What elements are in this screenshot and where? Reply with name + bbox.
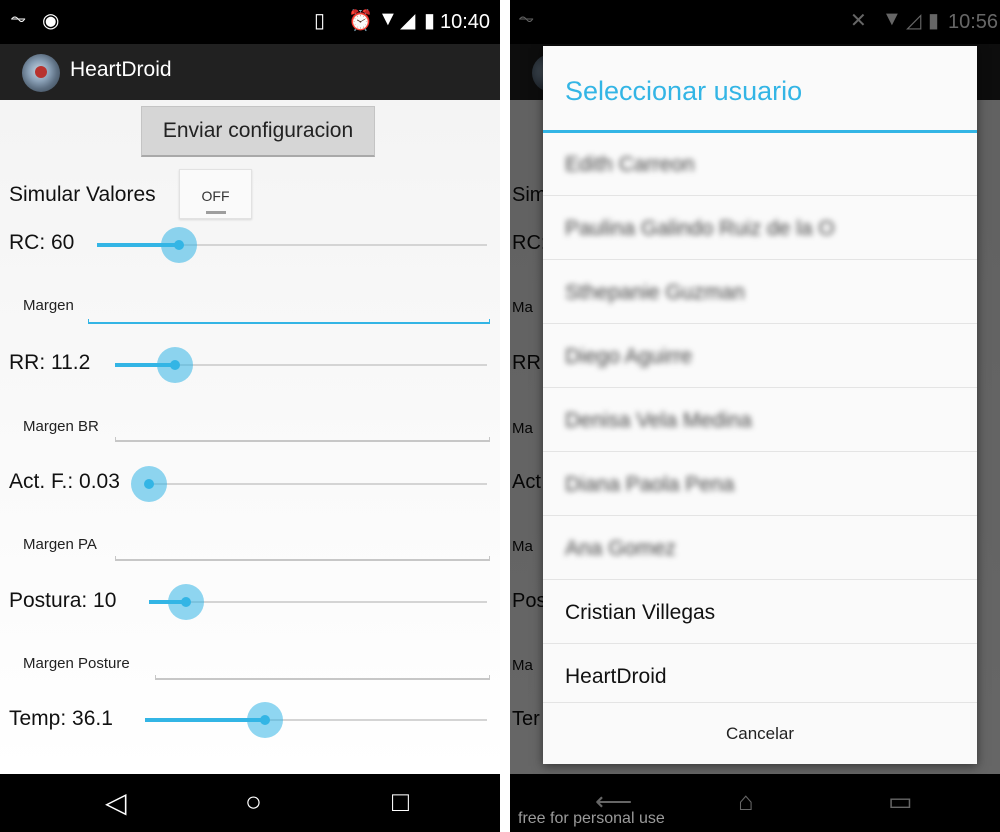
bg-label: RC: (512, 232, 547, 254)
field-label-margen-posture: Margen Posture (23, 655, 130, 672)
user-name: Diana Paola Pena (565, 473, 735, 496)
simulate-toggle[interactable]: OFF (179, 169, 252, 219)
user-item[interactable]: HeartDroid (543, 645, 977, 708)
battery-charging-icon: ▮ (928, 10, 940, 32)
toggle-state: OFF (201, 188, 230, 204)
user-name: Diego Aguirre (565, 345, 693, 368)
posture-slider[interactable] (149, 582, 487, 622)
user-name: Edith Carreon (565, 153, 695, 176)
simulate-label: Simular Valores (9, 183, 156, 206)
user-item[interactable]: Diego Aguirre (543, 325, 977, 388)
heartbeat-icon: ⏦ (518, 8, 535, 30)
battery-icon: ▮ (424, 10, 436, 32)
user-item[interactable]: Denisa Vela Medina (543, 389, 977, 452)
user-item[interactable]: Edith Carreon (543, 133, 977, 196)
bg-label: RR (512, 352, 541, 374)
signal-icon: ◿ (906, 10, 922, 32)
status-time: 10:40 (440, 11, 491, 33)
back-icon[interactable]: ◁ (105, 786, 127, 819)
select-user-dialog: Seleccionar usuario Edith Carreon Paulin… (543, 46, 977, 764)
right-screen: Sim RC: Ma RR Ma Act Ma Pos Ma Ter ⏦ ✕ ▼… (510, 0, 1000, 832)
bg-label: Ma (512, 538, 533, 555)
recents-icon[interactable]: ▭ (888, 786, 913, 817)
rr-slider[interactable] (115, 345, 487, 385)
field-label-margen-pa: Margen PA (23, 536, 97, 553)
user-item[interactable]: Ana Gomez (543, 517, 977, 580)
activity-slider[interactable] (131, 464, 487, 504)
status-bar: ⏦ ◉ ▯ ⏰ ▼ ◢ ▮ 10:40 (0, 0, 500, 44)
margen-br-input[interactable] (115, 437, 490, 442)
navigation-bar: ◁ ○ □ (0, 774, 500, 832)
rc-slider[interactable] (97, 225, 487, 265)
wifi-icon: ▼ (378, 8, 398, 30)
bg-label: Ma (512, 420, 533, 437)
slider-label-rr: RR: 11.2 (9, 351, 91, 374)
margen-input[interactable] (88, 319, 490, 324)
status-time: 10:56 (948, 11, 999, 33)
watermark-text: free for personal use (518, 810, 665, 827)
home-icon[interactable]: ○ (245, 786, 262, 818)
margen-posture-input[interactable] (155, 675, 490, 680)
slider-thumb[interactable] (161, 227, 197, 263)
slider-label-act: Act. F.: 0.03 (9, 470, 120, 493)
bg-label: Ter (512, 708, 540, 730)
user-item[interactable]: Paulina Galindo Ruiz de la O (543, 197, 977, 260)
toggle-indicator (206, 211, 226, 214)
user-item[interactable]: Cristian Villegas (543, 581, 977, 644)
bg-label: Pos (512, 590, 547, 612)
user-item[interactable]: Sthepanie Guzman (543, 261, 977, 324)
user-name: Paulina Galindo Ruiz de la O (565, 217, 835, 240)
slider-label-rc: RC: 60 (9, 231, 75, 254)
settings-panel: Enviar configuracion Simular Valores OFF… (0, 100, 500, 774)
field-label-margen-br: Margen BR (23, 418, 99, 435)
bg-label: Sim (512, 184, 547, 206)
bg-label: Ma (512, 657, 533, 674)
cancel-button[interactable]: Cancelar (543, 702, 977, 764)
margen-pa-input[interactable] (115, 556, 490, 561)
field-label-margen: Margen (23, 297, 74, 314)
signal-icon: ◢ (400, 10, 416, 32)
slider-track (149, 483, 487, 485)
user-name: Cristian Villegas (565, 601, 716, 624)
app-notification-icon: ◉ (42, 10, 60, 32)
temp-slider[interactable] (145, 700, 487, 740)
slider-thumb[interactable] (131, 466, 167, 502)
send-config-button[interactable]: Enviar configuracion (141, 106, 375, 157)
dialog-title: Seleccionar usuario (565, 76, 803, 106)
vibrate-icon: ▯ (314, 10, 326, 32)
app-logo-icon (22, 54, 60, 92)
user-name: HeartDroid (565, 665, 667, 688)
screen-divider (500, 0, 510, 832)
recents-icon[interactable]: □ (392, 786, 409, 818)
user-item[interactable]: Diana Paola Pena (543, 453, 977, 516)
heartbeat-icon: ⏦ (10, 8, 27, 30)
slider-thumb[interactable] (247, 702, 283, 738)
user-name: Ana Gomez (565, 537, 676, 560)
user-name: Denisa Vela Medina (565, 409, 752, 432)
mute-icon: ✕ (850, 10, 867, 32)
left-screen: ⏦ ◉ ▯ ⏰ ▼ ◢ ▮ 10:40 HeartDroid Enviar co… (0, 0, 500, 832)
slider-label-temp: Temp: 36.1 (9, 707, 113, 730)
slider-thumb[interactable] (157, 347, 193, 383)
slider-label-postura: Postura: 10 (9, 589, 117, 612)
alarm-icon: ⏰ (348, 10, 373, 32)
home-icon[interactable]: ⌂ (738, 786, 754, 817)
bg-label: Act (512, 471, 541, 493)
status-bar: ⏦ ✕ ▼ ◿ ▮ 10:56 (510, 0, 1000, 44)
wifi-icon: ▼ (882, 8, 902, 30)
bg-label: Ma (512, 299, 533, 316)
action-bar: HeartDroid (0, 44, 500, 100)
slider-thumb[interactable] (168, 584, 204, 620)
app-title: HeartDroid (70, 58, 172, 81)
user-name: Sthepanie Guzman (565, 281, 745, 304)
